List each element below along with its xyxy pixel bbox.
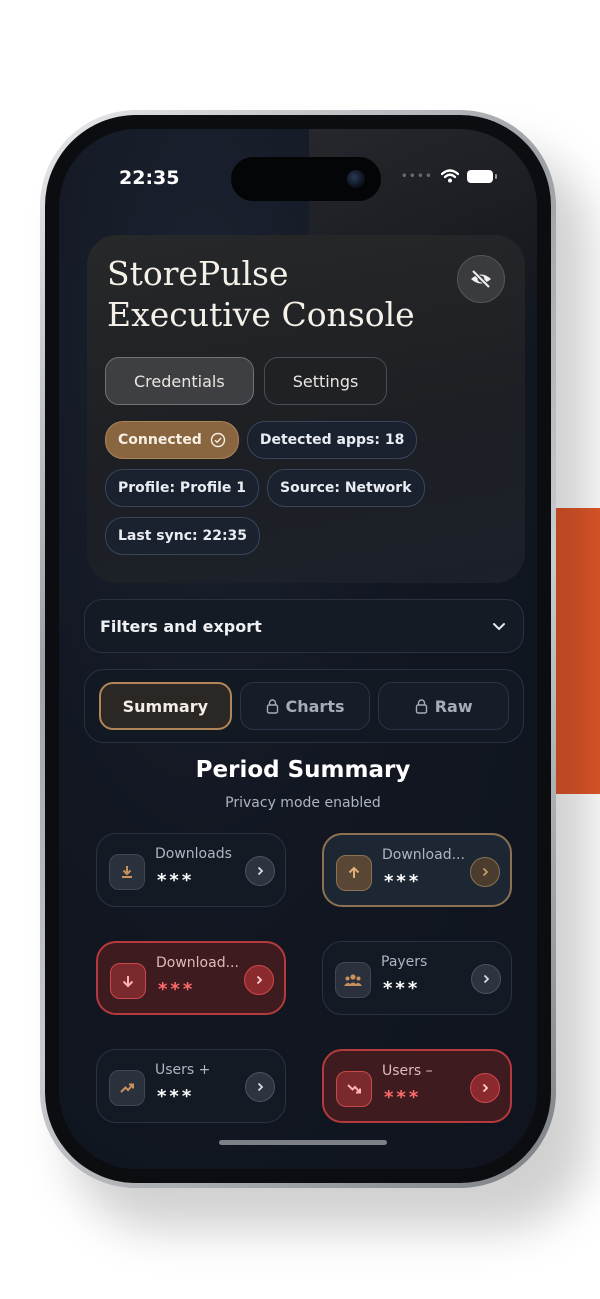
metric-label: Users + [155, 1062, 211, 1078]
metric-label: Users – [382, 1063, 433, 1079]
status-chips: Connected Detected apps: 18 Profile: Pro… [105, 421, 525, 565]
section-title: Period Summary [195, 757, 411, 783]
chevron-down-icon [493, 623, 505, 631]
metric-value: *** [383, 978, 421, 999]
filters-export-toggle[interactable]: Filters and export [84, 599, 524, 653]
metric-card-payers[interactable]: Payers *** [322, 941, 512, 1015]
metric-card-users-minus[interactable]: Users – *** [322, 1049, 512, 1123]
chevron-right-icon [470, 857, 500, 887]
source-badge: Source: Network [267, 469, 425, 507]
chevron-right-icon [245, 856, 275, 886]
arrow-down-icon [110, 963, 146, 999]
header-buttons: Credentials Settings [105, 357, 388, 405]
metric-card-users-plus[interactable]: Users + *** [96, 1049, 286, 1123]
dynamic-island [231, 157, 381, 201]
phone-frame: 22:35 •••• StorePulse Executive Console [40, 110, 556, 1188]
status-icons: •••• [400, 169, 497, 183]
app-title-line2: Executive Console [107, 295, 415, 334]
header-card: StorePulse Executive Console Credentials… [87, 235, 525, 583]
tab-charts-label: Charts [285, 696, 345, 716]
filters-label: Filters and export [100, 616, 262, 636]
tab-charts[interactable]: Charts [239, 682, 371, 730]
chevron-right-icon [470, 1073, 500, 1103]
camera-icon [347, 170, 365, 188]
phone-bezel: 22:35 •••• StorePulse Executive Console [45, 115, 551, 1183]
tab-raw[interactable]: Raw [378, 682, 510, 730]
wifi-icon [441, 169, 459, 183]
lock-icon [266, 698, 278, 714]
tab-summary-label: Summary [122, 696, 209, 716]
download-icon [109, 854, 145, 890]
app-title: StorePulse Executive Console [107, 253, 467, 335]
tab-raw-label: Raw [434, 696, 473, 716]
lock-icon [415, 698, 427, 714]
arrow-up-icon [336, 855, 372, 891]
status-time: 22:35 [119, 167, 180, 189]
check-circle-icon [210, 432, 226, 448]
metric-label: Downloads [155, 846, 232, 862]
chevron-right-icon [471, 964, 501, 994]
view-tabs: Summary Charts Raw [84, 669, 524, 743]
metric-card-downloads[interactable]: Downloads *** [96, 833, 286, 907]
users-icon [335, 962, 371, 998]
trend-down-icon [336, 1071, 372, 1107]
metric-card-downloads-down[interactable]: Download... *** [96, 941, 286, 1015]
credentials-button[interactable]: Credentials [105, 357, 254, 405]
battery-icon [467, 169, 497, 183]
metric-card-downloads-up[interactable]: Download... *** [322, 833, 512, 907]
tab-summary[interactable]: Summary [99, 682, 232, 730]
metric-label: Download... [382, 847, 465, 863]
metric-value: *** [157, 1086, 195, 1107]
settings-button[interactable]: Settings [263, 357, 388, 405]
metric-label: Download... [156, 955, 239, 971]
last-sync-badge: Last sync: 22:35 [105, 517, 261, 555]
connected-label: Connected [118, 432, 202, 448]
metric-value: *** [158, 979, 196, 1000]
trend-up-icon [109, 1070, 145, 1106]
metric-label: Payers [381, 954, 428, 970]
signal-icon: •••• [400, 169, 433, 183]
metric-value: *** [384, 871, 422, 892]
metric-value: *** [384, 1087, 422, 1108]
connected-badge: Connected [105, 421, 239, 459]
profile-badge: Profile: Profile 1 [105, 469, 259, 507]
app-screen: 22:35 •••• StorePulse Executive Console [59, 129, 537, 1169]
home-indicator[interactable] [219, 1140, 387, 1145]
chevron-right-icon [245, 1072, 275, 1102]
detected-apps-badge: Detected apps: 18 [246, 421, 418, 459]
app-title-line1: StorePulse [107, 254, 289, 293]
privacy-toggle-button[interactable] [457, 255, 505, 303]
section-subtitle: Privacy mode enabled [225, 795, 381, 811]
chevron-right-icon [244, 965, 274, 995]
eye-off-icon [471, 269, 491, 289]
metric-value: *** [157, 870, 195, 891]
